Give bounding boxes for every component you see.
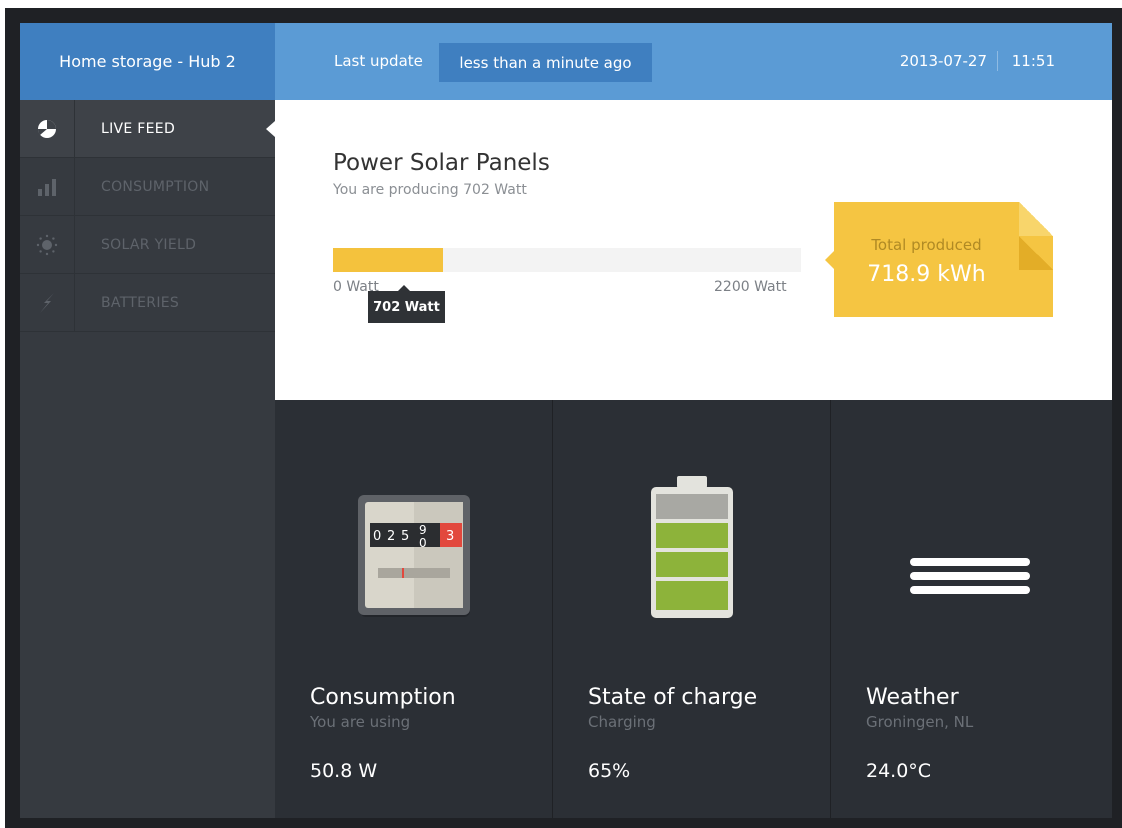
sidebar-item-batteries[interactable]: BATTERIES <box>20 273 275 332</box>
weather-value: 24.0°C <box>866 760 932 782</box>
solar-power-bar-fill <box>333 248 444 272</box>
battery-cell-charged <box>656 552 728 577</box>
total-produced-label: Total produced <box>871 236 982 254</box>
solar-power-tooltip: 702 Watt <box>368 285 445 323</box>
meter-digit-3: 5 <box>401 529 409 544</box>
total-produced-value: 718.9 kWh <box>867 262 986 287</box>
lightning-icon <box>20 273 75 332</box>
consumption-title: Consumption <box>310 685 456 710</box>
sidebar-item-label: LIVE FEED <box>101 120 176 137</box>
sidebar-item-solar-yield[interactable]: SOLAR YIELD <box>20 215 275 274</box>
state-of-charge-tile[interactable]: State of charge Charging 65% <box>553 400 830 818</box>
sidebar-item-label: BATTERIES <box>101 294 180 311</box>
page-fold-shadow <box>1019 236 1053 270</box>
electric-meter-icon: 0 2 5 9 0 3 <box>358 495 472 623</box>
total-produced-card: Total produced 718.9 kWh <box>825 202 1053 317</box>
solar-panel-card: Power Solar Panels You are producing 702… <box>275 100 1112 400</box>
sun-icon <box>20 215 75 274</box>
header-date: 2013-07-27 <box>899 52 987 70</box>
weather-subtitle: Groningen, NL <box>866 713 974 731</box>
hub-title[interactable]: Home storage - Hub 2 <box>20 23 275 100</box>
header-divider <box>997 51 998 71</box>
solar-bar-max-label: 2200 Watt <box>714 279 787 295</box>
sidebar-item-consumption[interactable]: CONSUMPTION <box>20 157 275 216</box>
page-fold-corner <box>1019 202 1053 236</box>
charge-subtitle: Charging <box>588 713 656 731</box>
meter-digit-4: 9 <box>419 523 427 537</box>
header-bar: Last update less than a minute ago 2013-… <box>275 23 1112 100</box>
weather-title: Weather <box>866 685 959 710</box>
last-update-value: less than a minute ago <box>439 43 652 82</box>
solar-power-bar <box>333 248 801 272</box>
sidebar-item-label: CONSUMPTION <box>101 178 210 195</box>
pie-chart-icon <box>20 99 75 158</box>
header-time: 11:51 <box>1011 52 1055 70</box>
meter-digit-rolling: 0 <box>419 536 427 550</box>
app: Home storage - Hub 2 LIVE FEED CONSUMPTI… <box>20 23 1112 818</box>
consumption-value: 50.8 W <box>310 760 378 782</box>
bar-chart-icon <box>20 157 75 216</box>
battery-cell-charged <box>656 581 728 610</box>
solar-subtitle: You are producing 702 Watt <box>333 182 527 198</box>
last-update-label: Last update <box>334 52 423 70</box>
sidebar-item-live-feed[interactable]: LIVE FEED <box>20 99 275 158</box>
battery-cell-empty <box>656 494 728 519</box>
weather-tile[interactable]: Weather Groningen, NL 24.0°C <box>831 400 1112 818</box>
charge-title: State of charge <box>588 685 758 710</box>
battery-cell-charged <box>656 523 728 548</box>
battery-icon <box>651 476 733 622</box>
consumption-subtitle: You are using <box>310 713 411 731</box>
meter-digit-5: 3 <box>446 529 454 544</box>
meter-digit-2: 2 <box>387 529 395 544</box>
fog-icon <box>910 555 1030 609</box>
solar-title: Power Solar Panels <box>333 150 550 176</box>
charge-value: 65% <box>588 760 631 782</box>
meter-digit-1: 0 <box>373 529 381 544</box>
sidebar-item-label: SOLAR YIELD <box>101 236 197 253</box>
consumption-tile[interactable]: 0 2 5 9 0 3 Consumption You are using 50… <box>275 400 552 818</box>
sidebar: Home storage - Hub 2 LIVE FEED CONSUMPTI… <box>20 23 275 818</box>
